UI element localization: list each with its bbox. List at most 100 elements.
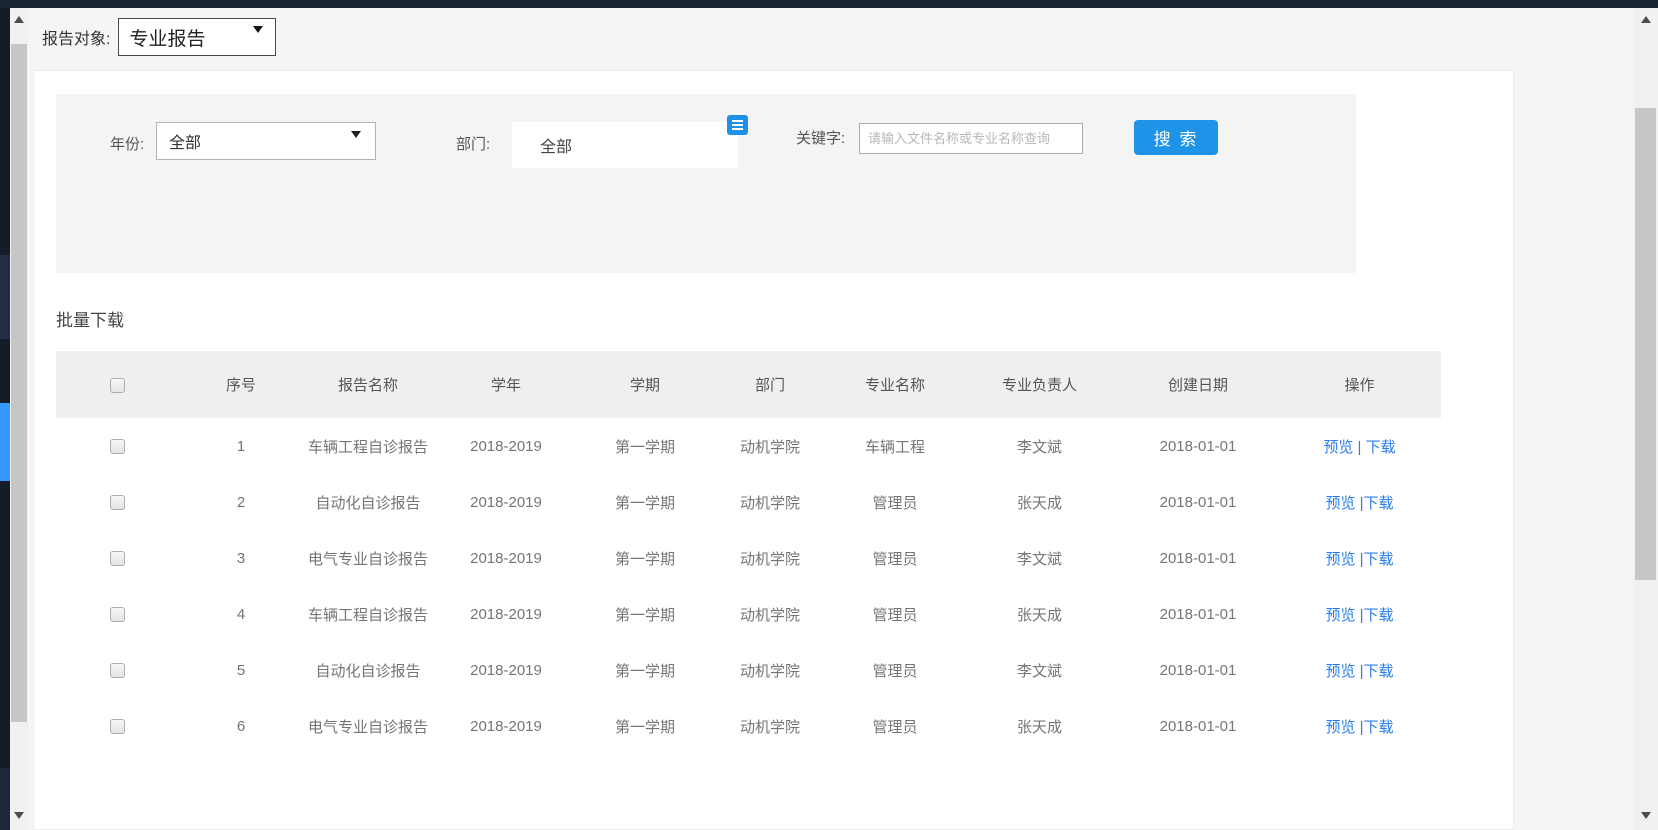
- row-checkbox[interactable]: [110, 663, 125, 678]
- cell-school-year: 2018-2019: [433, 474, 579, 530]
- cell-report-name: 自动化自诊报告: [303, 642, 433, 698]
- download-link[interactable]: 下载: [1364, 607, 1394, 624]
- cell-leader: 李文斌: [961, 418, 1118, 474]
- cell-actions: 预览 |下载: [1278, 530, 1441, 586]
- preview-link[interactable]: 预览: [1325, 719, 1355, 736]
- cell-major: 管理员: [829, 474, 961, 530]
- cell-created-date: 2018-01-01: [1118, 530, 1278, 586]
- cell-created-date: 2018-01-01: [1118, 418, 1278, 474]
- cell-leader: 张天成: [961, 698, 1118, 754]
- filter-panel: 年份: 全部 部门: 全部 关键字: 搜 索: [56, 94, 1356, 273]
- cell-no: 1: [179, 418, 303, 474]
- col-header-report-name: 报告名称: [303, 351, 433, 418]
- cell-major: 管理员: [829, 698, 961, 754]
- report-target-select[interactable]: 专业报告: [118, 18, 276, 56]
- preview-link[interactable]: 预览: [1325, 551, 1355, 568]
- cell-created-date: 2018-01-01: [1118, 474, 1278, 530]
- window-scrollbar-thumb[interactable]: [1635, 108, 1656, 580]
- chevron-down-icon: [253, 33, 263, 55]
- download-link[interactable]: 下载: [1364, 551, 1394, 568]
- department-label: 部门:: [456, 122, 490, 168]
- table-row: 1车辆工程自诊报告2018-2019第一学期动机学院车辆工程李文斌2018-01…: [56, 418, 1441, 474]
- cell-semester: 第一学期: [579, 530, 711, 586]
- scroll-up-icon[interactable]: [10, 10, 28, 28]
- year-select[interactable]: 全部: [156, 122, 376, 160]
- cell-no: 2: [179, 474, 303, 530]
- department-select[interactable]: 全部: [512, 122, 738, 168]
- inner-scrollbar-thumb[interactable]: [11, 44, 27, 722]
- cell-semester: 第一学期: [579, 642, 711, 698]
- report-table: 序号 报告名称 学年 学期 部门 专业名称 专业负责人 创建日期 操作 1车辆工…: [56, 351, 1441, 754]
- table-row: 5自动化自诊报告2018-2019第一学期动机学院管理员李文斌2018-01-0…: [56, 642, 1441, 698]
- preview-link[interactable]: 预览: [1325, 607, 1355, 624]
- row-checkbox[interactable]: [110, 439, 125, 454]
- download-link[interactable]: 下载: [1364, 719, 1394, 736]
- col-header-school-year: 学年: [433, 351, 579, 418]
- download-link[interactable]: 下载: [1364, 663, 1394, 680]
- cell-department: 动机学院: [711, 474, 829, 530]
- scroll-up-icon[interactable]: [1633, 10, 1658, 28]
- department-tree-picker-icon[interactable]: [727, 115, 748, 135]
- chevron-down-icon: [351, 138, 361, 156]
- preview-link[interactable]: 预览: [1323, 439, 1353, 456]
- cell-leader: 李文斌: [961, 530, 1118, 586]
- cell-major: 管理员: [829, 642, 961, 698]
- top-navy-bar: [0, 0, 1658, 8]
- report-target-label: 报告对象:: [42, 25, 110, 49]
- cell-major: 管理员: [829, 530, 961, 586]
- cell-semester: 第一学期: [579, 698, 711, 754]
- table-row: 4车辆工程自诊报告2018-2019第一学期动机学院管理员张天成2018-01-…: [56, 586, 1441, 642]
- row-checkbox[interactable]: [110, 607, 125, 622]
- department-value: 全部: [540, 133, 572, 157]
- table-row: 2自动化自诊报告2018-2019第一学期动机学院管理员张天成2018-01-0…: [56, 474, 1441, 530]
- cell-leader: 张天成: [961, 586, 1118, 642]
- action-separator: |: [1355, 719, 1363, 736]
- search-button[interactable]: 搜 索: [1134, 120, 1218, 155]
- cell-major: 管理员: [829, 586, 961, 642]
- download-link[interactable]: 下载: [1366, 439, 1396, 456]
- content-card: 年份: 全部 部门: 全部 关键字: 搜 索 批量下载: [33, 70, 1514, 830]
- batch-download-label: 批量下载: [56, 306, 124, 331]
- row-checkbox[interactable]: [110, 719, 125, 734]
- cell-no: 4: [179, 586, 303, 642]
- scroll-down-icon[interactable]: [10, 806, 28, 824]
- cell-semester: 第一学期: [579, 586, 711, 642]
- cell-major: 车辆工程: [829, 418, 961, 474]
- row-checkbox[interactable]: [110, 495, 125, 510]
- col-header-department: 部门: [711, 351, 829, 418]
- keyword-input[interactable]: [859, 123, 1083, 154]
- table-row: 3电气专业自诊报告2018-2019第一学期动机学院管理员李文斌2018-01-…: [56, 530, 1441, 586]
- cell-department: 动机学院: [711, 642, 829, 698]
- cell-actions: 预览 |下载: [1278, 586, 1441, 642]
- cell-no: 3: [179, 530, 303, 586]
- cell-created-date: 2018-01-01: [1118, 698, 1278, 754]
- sidebar-edge-segment-bottom: [0, 768, 10, 830]
- inner-vertical-scrollbar[interactable]: [10, 8, 28, 830]
- cell-report-name: 车辆工程自诊报告: [303, 418, 433, 474]
- select-all-cell: [56, 351, 179, 418]
- cell-semester: 第一学期: [579, 474, 711, 530]
- row-select-cell: [56, 586, 179, 642]
- select-all-checkbox[interactable]: [110, 378, 125, 393]
- row-checkbox[interactable]: [110, 551, 125, 566]
- year-value: 全部: [169, 129, 201, 153]
- preview-link[interactable]: 预览: [1325, 495, 1355, 512]
- cell-report-name: 自动化自诊报告: [303, 474, 433, 530]
- download-link[interactable]: 下载: [1364, 495, 1394, 512]
- scroll-down-icon[interactable]: [1633, 806, 1658, 824]
- cell-department: 动机学院: [711, 418, 829, 474]
- cell-school-year: 2018-2019: [433, 642, 579, 698]
- action-separator: |: [1353, 439, 1365, 456]
- col-header-leader: 专业负责人: [961, 351, 1118, 418]
- row-select-cell: [56, 642, 179, 698]
- cell-report-name: 电气专业自诊报告: [303, 530, 433, 586]
- col-header-no: 序号: [179, 351, 303, 418]
- cell-created-date: 2018-01-01: [1118, 642, 1278, 698]
- action-separator: |: [1355, 607, 1363, 624]
- row-select-cell: [56, 698, 179, 754]
- action-separator: |: [1355, 551, 1363, 568]
- cell-department: 动机学院: [711, 530, 829, 586]
- cell-no: 6: [179, 698, 303, 754]
- preview-link[interactable]: 预览: [1325, 663, 1355, 680]
- window-vertical-scrollbar[interactable]: [1633, 8, 1658, 830]
